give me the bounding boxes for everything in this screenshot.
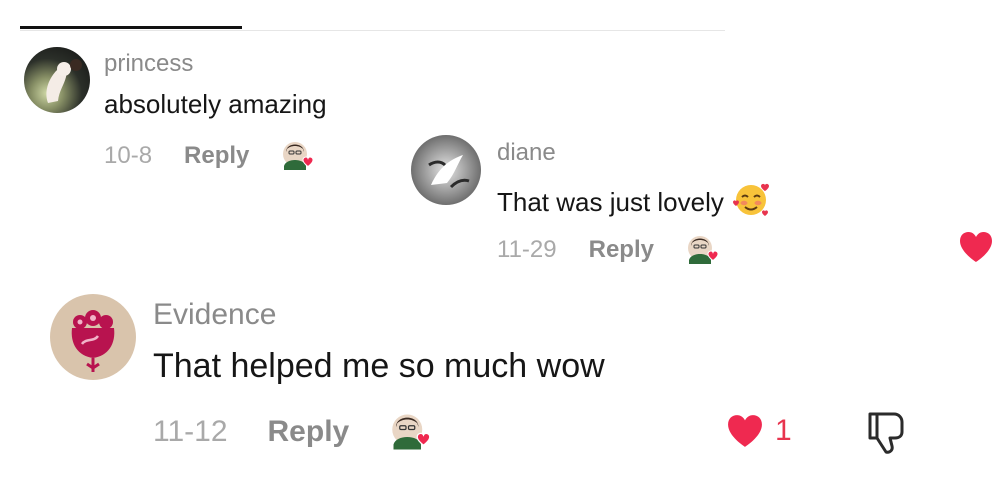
username[interactable]: princess — [104, 50, 193, 78]
heart-filled-icon — [728, 415, 762, 447]
thumbs-down-icon[interactable] — [864, 410, 910, 454]
comment-text: absolutely amazing — [104, 89, 327, 119]
creator-liked-icon — [281, 140, 315, 172]
reply-button[interactable]: Reply — [268, 415, 350, 449]
avatar[interactable] — [50, 294, 136, 380]
username[interactable]: diane — [497, 139, 556, 167]
comment-date: 11-29 — [497, 236, 557, 263]
active-tab-indicator — [20, 26, 242, 29]
like-count: 1 — [775, 414, 792, 447]
tab-strip — [20, 0, 725, 31]
comment-text-content: That was just lovely — [497, 187, 724, 217]
comment-meta: 11-29 Reply — [497, 234, 720, 266]
avatar[interactable] — [411, 135, 481, 205]
avatar[interactable] — [24, 47, 90, 113]
like-button[interactable] — [958, 230, 994, 264]
comment-date: 10-8 — [104, 142, 153, 169]
comment-text: That was just lovely — [497, 181, 772, 224]
creator-liked-icon — [686, 234, 720, 266]
reply-button[interactable]: Reply — [589, 236, 654, 264]
smiling-face-with-hearts-icon — [732, 181, 772, 224]
comment-meta: 10-8 Reply — [104, 140, 315, 172]
comment-date: 11-12 — [153, 415, 228, 448]
comment-meta: 11-12 Reply — [153, 412, 433, 452]
heart-filled-icon — [960, 232, 992, 262]
reply-button[interactable]: Reply — [184, 142, 249, 170]
username[interactable]: Evidence — [153, 298, 276, 332]
comment-text: That helped me so much wow — [153, 347, 605, 385]
like-button[interactable]: 1 — [725, 413, 792, 449]
creator-liked-icon — [389, 412, 433, 452]
